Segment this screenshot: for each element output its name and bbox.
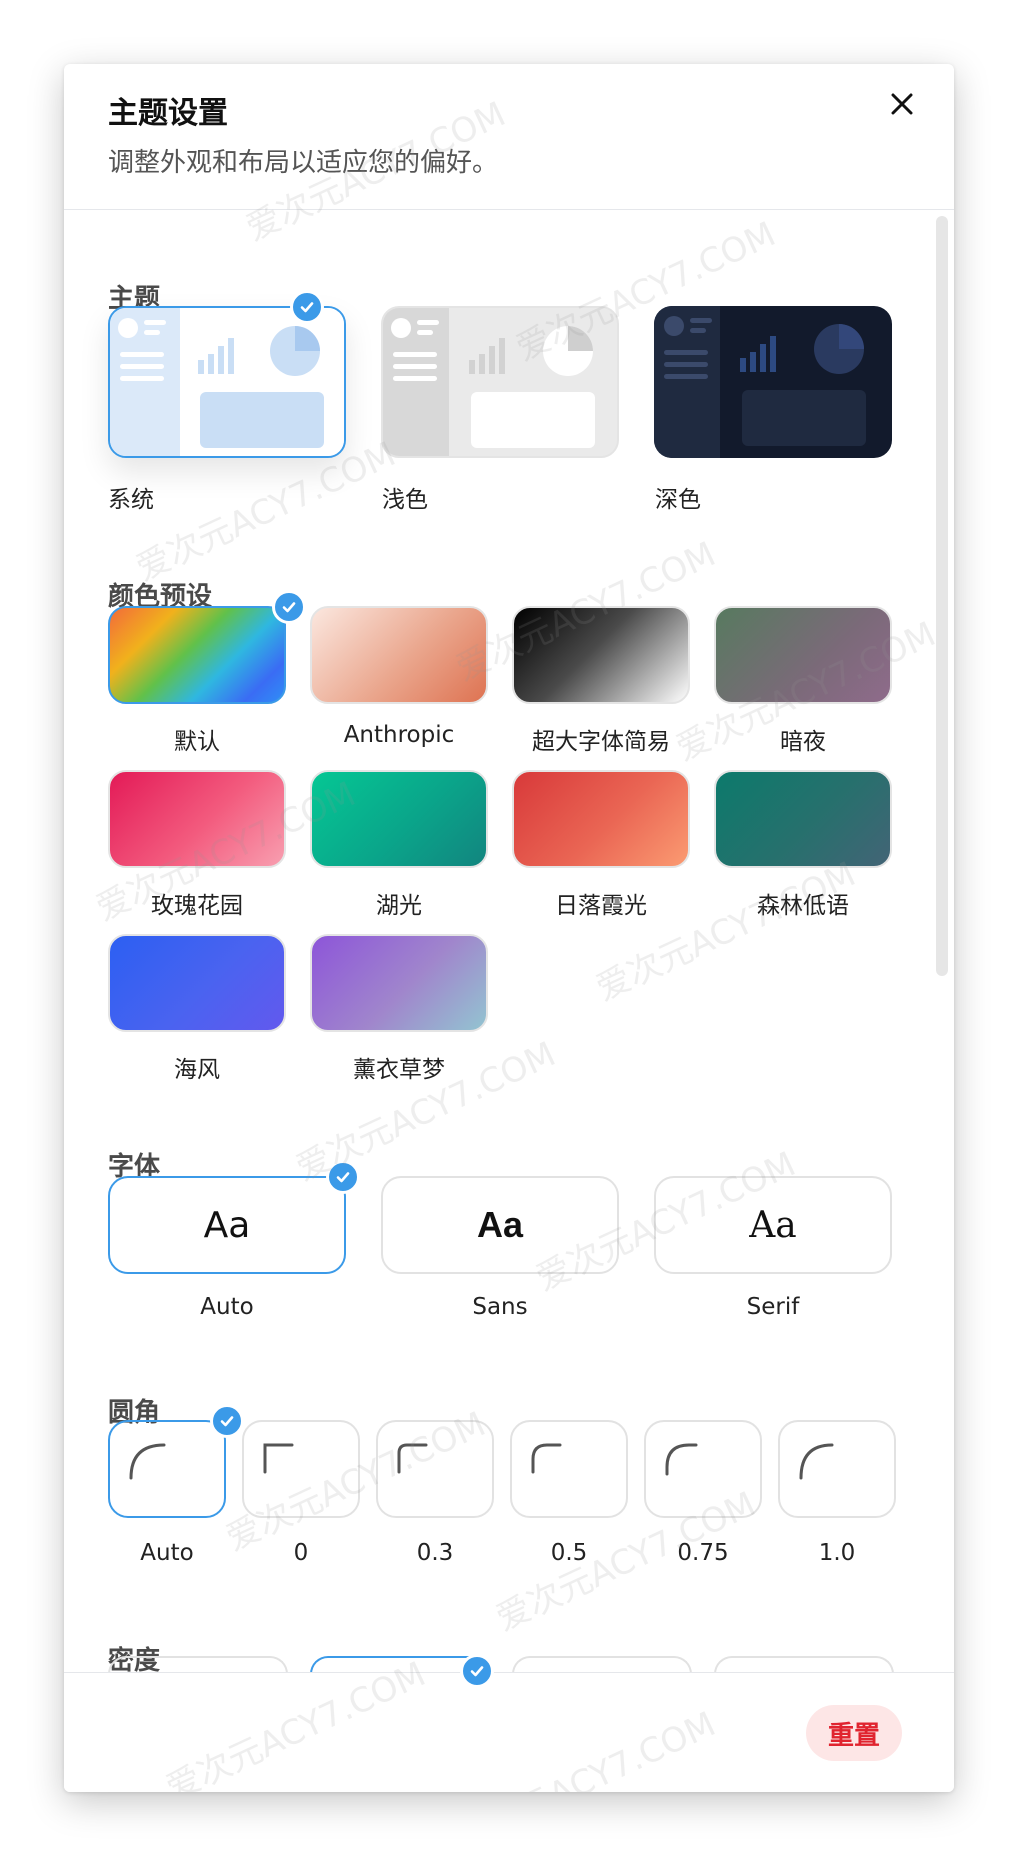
theme-card-light[interactable] — [381, 306, 619, 458]
font-card-sans[interactable]: Aa — [381, 1176, 619, 1274]
preset-label-sunset-glow: 日落霞光 — [555, 893, 647, 919]
radius-0-5-corner-icon — [531, 1443, 562, 1474]
font-label-auto: Auto — [200, 1294, 254, 1320]
radius-1-0-corner-icon — [799, 1443, 834, 1480]
density-selected-check-icon — [460, 1654, 494, 1688]
dialog-footer: 重置 — [64, 1672, 954, 1792]
theme-card-system[interactable] — [108, 306, 346, 458]
preset-dark-night[interactable] — [714, 606, 892, 704]
radius-card-0-75[interactable] — [644, 1420, 762, 1518]
preset-label-anthropic: Anthropic — [343, 722, 455, 748]
radius-auto-selected-check-icon — [210, 1404, 244, 1438]
dialog-title: 主题设置 — [108, 96, 228, 131]
preset-lavender-dream[interactable] — [310, 934, 488, 1032]
preset-label-sea-breeze: 海风 — [174, 1057, 220, 1083]
font-label-sans: Sans — [472, 1294, 528, 1320]
close-icon — [891, 93, 913, 115]
theme-system-selected-check-icon — [290, 290, 324, 324]
radius-0-corner-icon — [263, 1443, 294, 1474]
preset-label-forest-whisper: 森林低语 — [757, 893, 849, 919]
preset-default-selected-check-icon — [272, 590, 306, 624]
radius-card-0[interactable] — [242, 1420, 360, 1518]
preset-sea-breeze[interactable] — [108, 934, 286, 1032]
preset-rose-garden[interactable] — [108, 770, 286, 868]
preset-label-large-font-simple: 超大字体简易 — [532, 729, 670, 755]
preset-label-lake-light: 湖光 — [376, 893, 422, 919]
theme-card-dark[interactable] — [654, 306, 892, 458]
font-sample-sans: Aa — [476, 1204, 524, 1245]
preset-lake-light[interactable] — [310, 770, 488, 868]
font-card-auto[interactable]: Aa — [108, 1176, 346, 1274]
font-label-serif: Serif — [746, 1294, 800, 1320]
radius-label-0: 0 — [293, 1540, 309, 1566]
radius-label-0-75: 0.75 — [677, 1540, 729, 1566]
reset-button[interactable]: 重置 — [806, 1705, 902, 1761]
preset-default[interactable] — [108, 606, 286, 704]
preset-large-font-simple[interactable] — [512, 606, 690, 704]
preset-forest-whisper[interactable] — [714, 770, 892, 868]
font-auto-selected-check-icon — [326, 1160, 360, 1194]
radius-0-3-corner-icon — [397, 1443, 428, 1474]
font-sample-auto: Aa — [203, 1204, 251, 1246]
preset-sunset-glow[interactable] — [512, 770, 690, 868]
font-sample-serif: Aa — [749, 1204, 797, 1246]
preset-label-rose-garden: 玫瑰花园 — [151, 893, 243, 919]
radius-label-0-5: 0.5 — [550, 1540, 588, 1566]
radius-card-0-3[interactable] — [376, 1420, 494, 1518]
preset-label-dark-night: 暗夜 — [780, 729, 826, 755]
theme-label-dark: 深色 — [655, 487, 701, 513]
radius-label-0-3: 0.3 — [416, 1540, 454, 1566]
radius-0-75-corner-icon — [665, 1443, 698, 1476]
preset-label-default: 默认 — [174, 729, 220, 755]
font-card-serif[interactable]: Aa — [654, 1176, 892, 1274]
theme-label-system: 系统 — [108, 487, 154, 513]
preset-anthropic[interactable] — [310, 606, 488, 704]
theme-settings-dialog: 主题设置 调整外观和布局以适应您的偏好。 主题 系统 浅色 深色 颜色预设 默认… — [64, 64, 954, 1792]
dialog-subtitle: 调整外观和布局以适应您的偏好。 — [108, 148, 499, 178]
radius-label-1-0: 1.0 — [818, 1540, 856, 1566]
preset-label-lavender-dream: 薰衣草梦 — [353, 1057, 445, 1083]
radius-card-1-0[interactable] — [778, 1420, 896, 1518]
scrollbar[interactable] — [936, 216, 948, 976]
theme-label-light: 浅色 — [382, 487, 428, 513]
radius-card-0-5[interactable] — [510, 1420, 628, 1518]
watermark-text: 爱次元ACY7.COM — [590, 854, 862, 1010]
radius-label-auto: Auto — [140, 1540, 194, 1566]
radius-card-auto[interactable] — [108, 1420, 226, 1518]
close-button[interactable] — [880, 82, 924, 126]
dialog-header: 主题设置 调整外观和布局以适应您的偏好。 — [64, 64, 954, 210]
radius-auto-corner-icon — [129, 1443, 166, 1480]
